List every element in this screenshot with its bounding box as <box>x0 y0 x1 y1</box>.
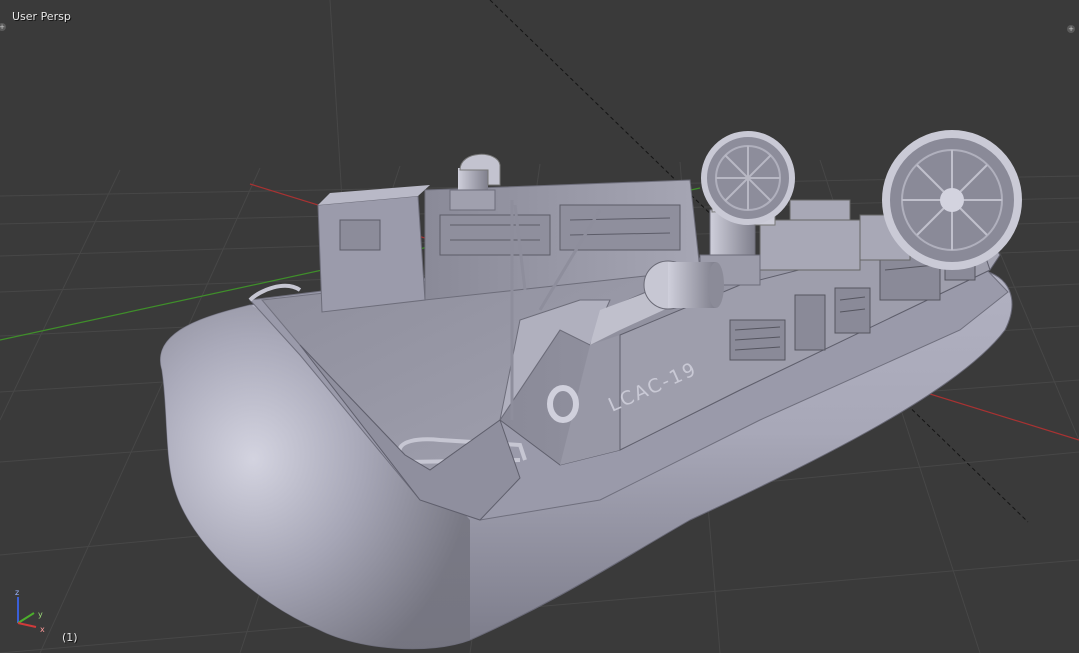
frame-indicator: (1) <box>62 631 78 644</box>
fuel-tank <box>643 260 724 310</box>
starboard-propeller-fan <box>882 130 1022 270</box>
port-exhaust-pipe <box>449 153 501 211</box>
view-name-label: User Persp <box>12 10 71 23</box>
port-propeller-fan <box>701 131 795 225</box>
viewport-canvas[interactable]: LCAC-19 z y x <box>0 0 1079 653</box>
port-deckhouse <box>317 195 426 313</box>
gizmo-y-label: y <box>38 610 43 619</box>
axis-gizmo[interactable]: z y x <box>15 588 45 634</box>
hovercraft-model[interactable]: LCAC-19 <box>159 130 1022 650</box>
gizmo-z-label: z <box>15 588 19 597</box>
3d-viewport[interactable]: LCAC-19 z y x User Persp (1) + + <box>0 0 1079 653</box>
viewport-split-handle-right[interactable]: + <box>1067 25 1075 33</box>
gizmo-x-label: x <box>40 625 45 634</box>
